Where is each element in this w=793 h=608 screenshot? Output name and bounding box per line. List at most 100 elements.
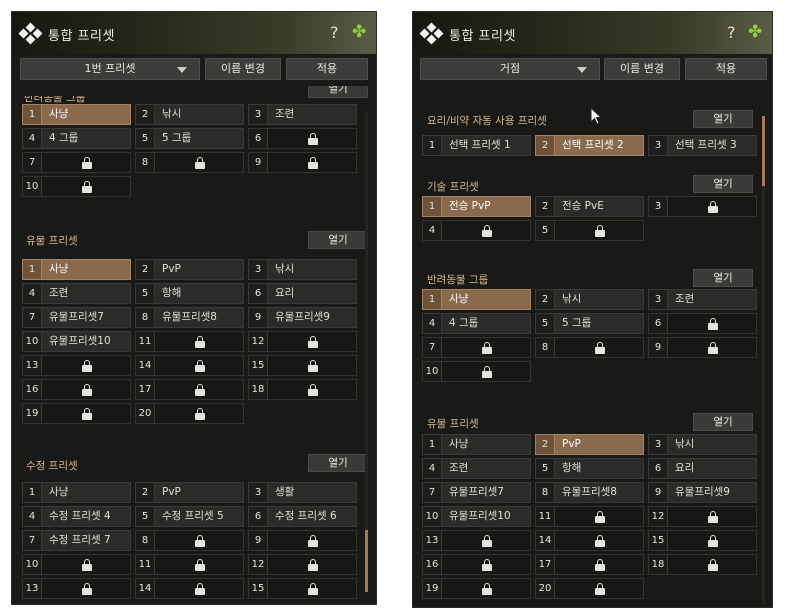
preset-slot[interactable]: 3 선택 프리셋 3 [648,135,757,156]
preset-slot-locked[interactable]: 20 [535,578,644,599]
preset-slot[interactable]: 2 PvP [135,259,244,280]
preset-slot[interactable]: 6 요리 [248,283,357,304]
preset-slot-locked[interactable]: 11 [135,554,244,575]
rename-button[interactable]: 이름 변경 [604,58,680,80]
preset-dropdown[interactable]: 거점 [420,58,600,80]
preset-dropdown[interactable]: 1번 프리셋 [20,58,200,80]
clover-icon[interactable]: ✤ [352,22,366,42]
preset-slot-locked[interactable]: 11 [535,506,644,527]
preset-slot[interactable]: 9 유물프리셋9 [248,307,357,328]
title-bar[interactable]: 통합 프리셋 ? ✤ [413,12,772,54]
preset-slot[interactable]: 5 항해 [535,458,644,479]
preset-slot[interactable]: 4 4 그룹 [22,128,131,149]
preset-slot[interactable]: 3 낚시 [648,434,757,455]
relic-open-button[interactable]: 열기 [693,413,753,431]
preset-slot[interactable]: 3 조련 [248,104,357,125]
help-icon[interactable]: ? [727,23,736,42]
preset-slot-locked[interactable]: 15 [648,530,757,551]
preset-slot-locked[interactable]: 9 [648,337,757,358]
preset-slot-locked[interactable]: 13 [422,530,531,551]
preset-slot-locked[interactable]: 12 [648,506,757,527]
pet-group-open-button[interactable]: 열기 [693,269,753,287]
preset-slot[interactable]: 7 유물프리셋7 [22,307,131,328]
preset-slot[interactable]: 5 5 그룹 [535,313,644,334]
preset-slot-locked[interactable]: 12 [248,554,357,575]
preset-slot-locked[interactable]: 7 [22,152,131,173]
preset-slot[interactable]: 2 낚시 [535,289,644,310]
preset-slot[interactable]: 10 유물프리셋10 [22,331,131,352]
help-icon[interactable]: ? [330,23,339,42]
clover-icon[interactable]: ✤ [748,22,762,42]
preset-slot-locked[interactable]: 14 [135,355,244,376]
preset-slot-locked[interactable]: 6 [648,313,757,334]
preset-slot-locked[interactable]: 4 [422,220,531,241]
apply-button[interactable]: 적용 [685,58,767,80]
preset-slot[interactable]: 2 선택 프리셋 2 [535,135,644,156]
preset-slot-locked[interactable]: 11 [135,331,244,352]
preset-slot[interactable]: 5 수정 프리셋 5 [135,506,244,527]
preset-list-right[interactable]: 요리/비약 자동 사용 프리셋 열기 1 선택 프리셋 1 2 선택 프리셋 2 3 선택… [413,86,772,607]
preset-slot-locked[interactable]: 14 [535,530,644,551]
preset-slot[interactable]: 3 낚시 [248,259,357,280]
preset-slot[interactable]: 4 조련 [22,283,131,304]
scrollbar[interactable] [762,116,765,604]
preset-slot[interactable]: 6 수정 프리셋 6 [248,506,357,527]
preset-slot-locked[interactable]: 7 [422,337,531,358]
preset-slot-locked[interactable]: 14 [135,578,244,599]
preset-slot-locked[interactable]: 17 [535,554,644,575]
relic-open-button[interactable]: 열기 [308,231,368,249]
preset-slot[interactable]: 1 사냥 [422,289,531,310]
preset-slot-locked[interactable]: 10 [22,554,131,575]
preset-slot-locked[interactable]: 17 [135,379,244,400]
preset-slot[interactable]: 9 유물프리셋9 [648,482,757,503]
preset-slot-locked[interactable]: 10 [422,361,531,382]
preset-slot-locked[interactable]: 8 [135,530,244,551]
preset-slot-locked[interactable]: 13 [22,355,131,376]
preset-slot[interactable]: 7 수정 프리셋 7 [22,530,131,551]
scrollbar[interactable] [365,112,368,592]
scrollbar-thumb[interactable] [762,116,765,186]
preset-slot[interactable]: 2 전승 PvE [535,196,644,217]
preset-slot-locked[interactable]: 18 [248,379,357,400]
apply-button[interactable]: 적용 [286,58,368,80]
preset-slot-locked[interactable]: 9 [248,530,357,551]
preset-slot[interactable]: 6 요리 [648,458,757,479]
preset-slot-locked[interactable]: 15 [248,355,357,376]
preset-slot-locked[interactable]: 13 [22,578,131,599]
preset-slot[interactable]: 1 전승 PvP [422,196,531,217]
preset-slot[interactable]: 2 PvP [535,434,644,455]
pet-group-open-button[interactable]: 열기 [308,86,368,98]
preset-slot[interactable]: 10 유물프리셋10 [422,506,531,527]
preset-slot-locked[interactable]: 18 [648,554,757,575]
crystal-open-button[interactable]: 열기 [308,454,368,472]
preset-slot[interactable]: 5 5 그룹 [135,128,244,149]
preset-slot-locked[interactable]: 6 [248,128,357,149]
preset-slot[interactable]: 4 수정 프리셋 4 [22,506,131,527]
preset-slot-locked[interactable]: 9 [248,152,357,173]
preset-slot-locked[interactable]: 19 [422,578,531,599]
preset-slot-locked[interactable]: 10 [22,176,131,197]
rename-button[interactable]: 이름 변경 [205,58,281,80]
preset-slot[interactable]: 4 4 그룹 [422,313,531,334]
preset-slot-locked[interactable]: 16 [22,379,131,400]
preset-slot[interactable]: 4 조련 [422,458,531,479]
preset-slot-locked[interactable]: 20 [135,403,244,424]
preset-slot-locked[interactable]: 19 [22,403,131,424]
preset-slot[interactable]: 1 사냥 [422,434,531,455]
preset-slot[interactable]: 1 사냥 [22,259,131,280]
preset-slot[interactable]: 8 유물프리셋8 [535,482,644,503]
scrollbar-thumb[interactable] [365,530,368,592]
cook-open-button[interactable]: 열기 [693,110,753,128]
preset-slot[interactable]: 1 선택 프리셋 1 [422,135,531,156]
preset-slot[interactable]: 7 유물프리셋7 [422,482,531,503]
preset-slot[interactable]: 5 항해 [135,283,244,304]
preset-slot-locked[interactable]: 12 [248,331,357,352]
preset-slot-locked[interactable]: 8 [135,152,244,173]
preset-slot-locked[interactable]: 5 [535,220,644,241]
preset-slot[interactable]: 3 생활 [248,482,357,503]
preset-slot-locked[interactable]: 3 [648,196,757,217]
skill-open-button[interactable]: 열기 [693,175,753,193]
preset-slot[interactable]: 2 PvP [135,482,244,503]
preset-slot[interactable]: 1 사냥 [22,482,131,503]
preset-slot[interactable]: 8 유물프리셋8 [135,307,244,328]
